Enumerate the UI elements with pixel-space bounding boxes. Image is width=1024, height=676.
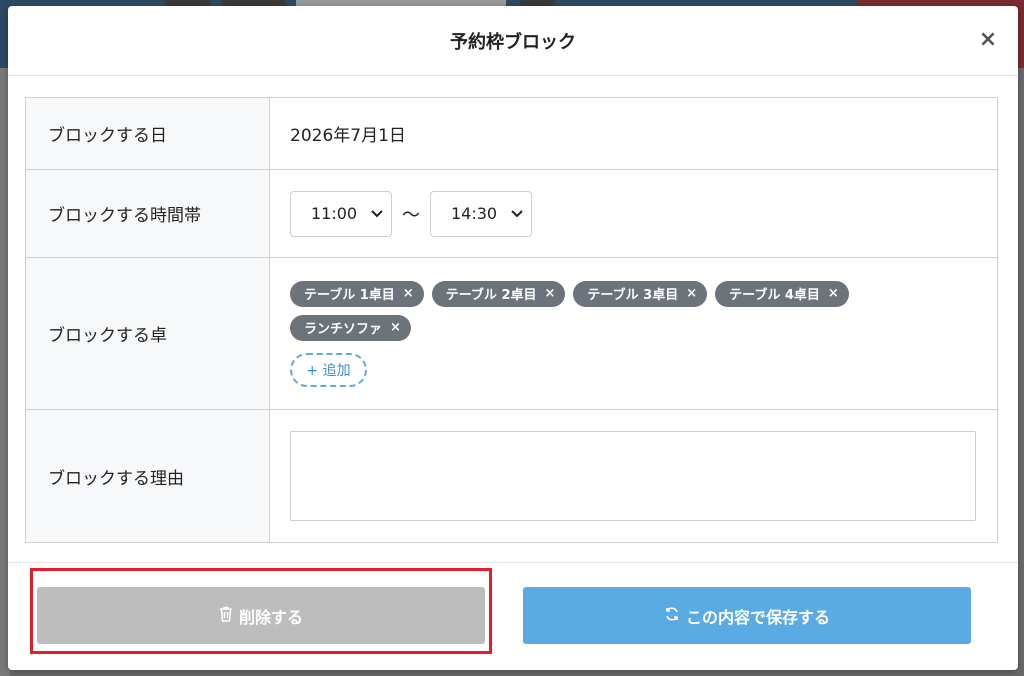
time-range: 11:00 〜 14:30 bbox=[270, 170, 997, 257]
time-separator: 〜 bbox=[402, 204, 420, 226]
table-tag: テーブル 1卓目 × bbox=[290, 280, 424, 307]
reason-value bbox=[270, 410, 997, 542]
remove-tag-icon[interactable]: × bbox=[686, 286, 697, 301]
delete-button[interactable]: 削除する bbox=[37, 587, 485, 644]
add-table-button[interactable]: + 追加 bbox=[290, 352, 367, 387]
table-tag: テーブル 4卓目 × bbox=[715, 280, 849, 307]
row-reason: ブロックする理由 bbox=[26, 410, 997, 542]
close-icon[interactable]: × bbox=[976, 28, 1000, 52]
table-tag-label: テーブル 3卓目 bbox=[587, 288, 679, 303]
table-tag-label: テーブル 2卓目 bbox=[445, 288, 537, 303]
row-date: ブロックする日 2026年7月1日 bbox=[26, 98, 997, 170]
table-tag: テーブル 3卓目 × bbox=[573, 280, 708, 307]
date-value: 2026年7月1日 bbox=[290, 126, 406, 146]
remove-tag-icon[interactable]: × bbox=[545, 286, 556, 301]
start-time-select[interactable]: 11:00 bbox=[290, 190, 392, 237]
end-time-value: 14:30 bbox=[451, 204, 498, 223]
remove-tag-icon[interactable]: × bbox=[390, 320, 401, 335]
row-tables: ブロックする卓 テーブル 1卓目 × テーブル 2卓目 × テーブル 3卓目 × bbox=[26, 258, 997, 410]
time-label: ブロックする時間帯 bbox=[26, 170, 270, 257]
chevron-down-icon bbox=[371, 207, 383, 221]
save-button-label: この内容で保存する bbox=[685, 607, 830, 627]
block-form: ブロックする日 2026年7月1日 ブロックする時間帯 11:00 〜 14:3… bbox=[25, 97, 998, 543]
start-time-value: 11:00 bbox=[311, 204, 358, 223]
reason-textarea[interactable] bbox=[290, 431, 976, 521]
remove-tag-icon[interactable]: × bbox=[403, 286, 414, 301]
trash-icon bbox=[219, 606, 233, 626]
chevron-down-icon bbox=[511, 207, 523, 221]
end-time-select[interactable]: 14:30 bbox=[430, 190, 532, 237]
table-tag-label: テーブル 4卓目 bbox=[729, 288, 820, 303]
remove-tag-icon[interactable]: × bbox=[828, 286, 839, 301]
table-tag: ランチソファ × bbox=[290, 314, 411, 341]
table-tag: テーブル 2卓目 × bbox=[431, 280, 566, 307]
refresh-icon bbox=[664, 606, 680, 626]
tables-value: テーブル 1卓目 × テーブル 2卓目 × テーブル 3卓目 × テーブル 4卓… bbox=[270, 258, 997, 409]
table-tags: テーブル 1卓目 × テーブル 2卓目 × テーブル 3卓目 × テーブル 4卓… bbox=[290, 280, 930, 341]
save-button[interactable]: この内容で保存する bbox=[523, 587, 971, 644]
modal-title: 予約枠ブロック bbox=[450, 31, 576, 53]
table-tag-label: ランチソファ bbox=[304, 322, 383, 337]
delete-button-label: 削除する bbox=[238, 607, 303, 627]
date-label: ブロックする日 bbox=[26, 98, 270, 169]
row-time: ブロックする時間帯 11:00 〜 14:30 bbox=[26, 170, 997, 258]
table-tag-label: テーブル 1卓目 bbox=[304, 288, 395, 303]
tables-label: ブロックする卓 bbox=[26, 258, 270, 409]
reason-label: ブロックする理由 bbox=[26, 410, 270, 542]
modal-header: 予約枠ブロック × bbox=[8, 6, 1018, 76]
